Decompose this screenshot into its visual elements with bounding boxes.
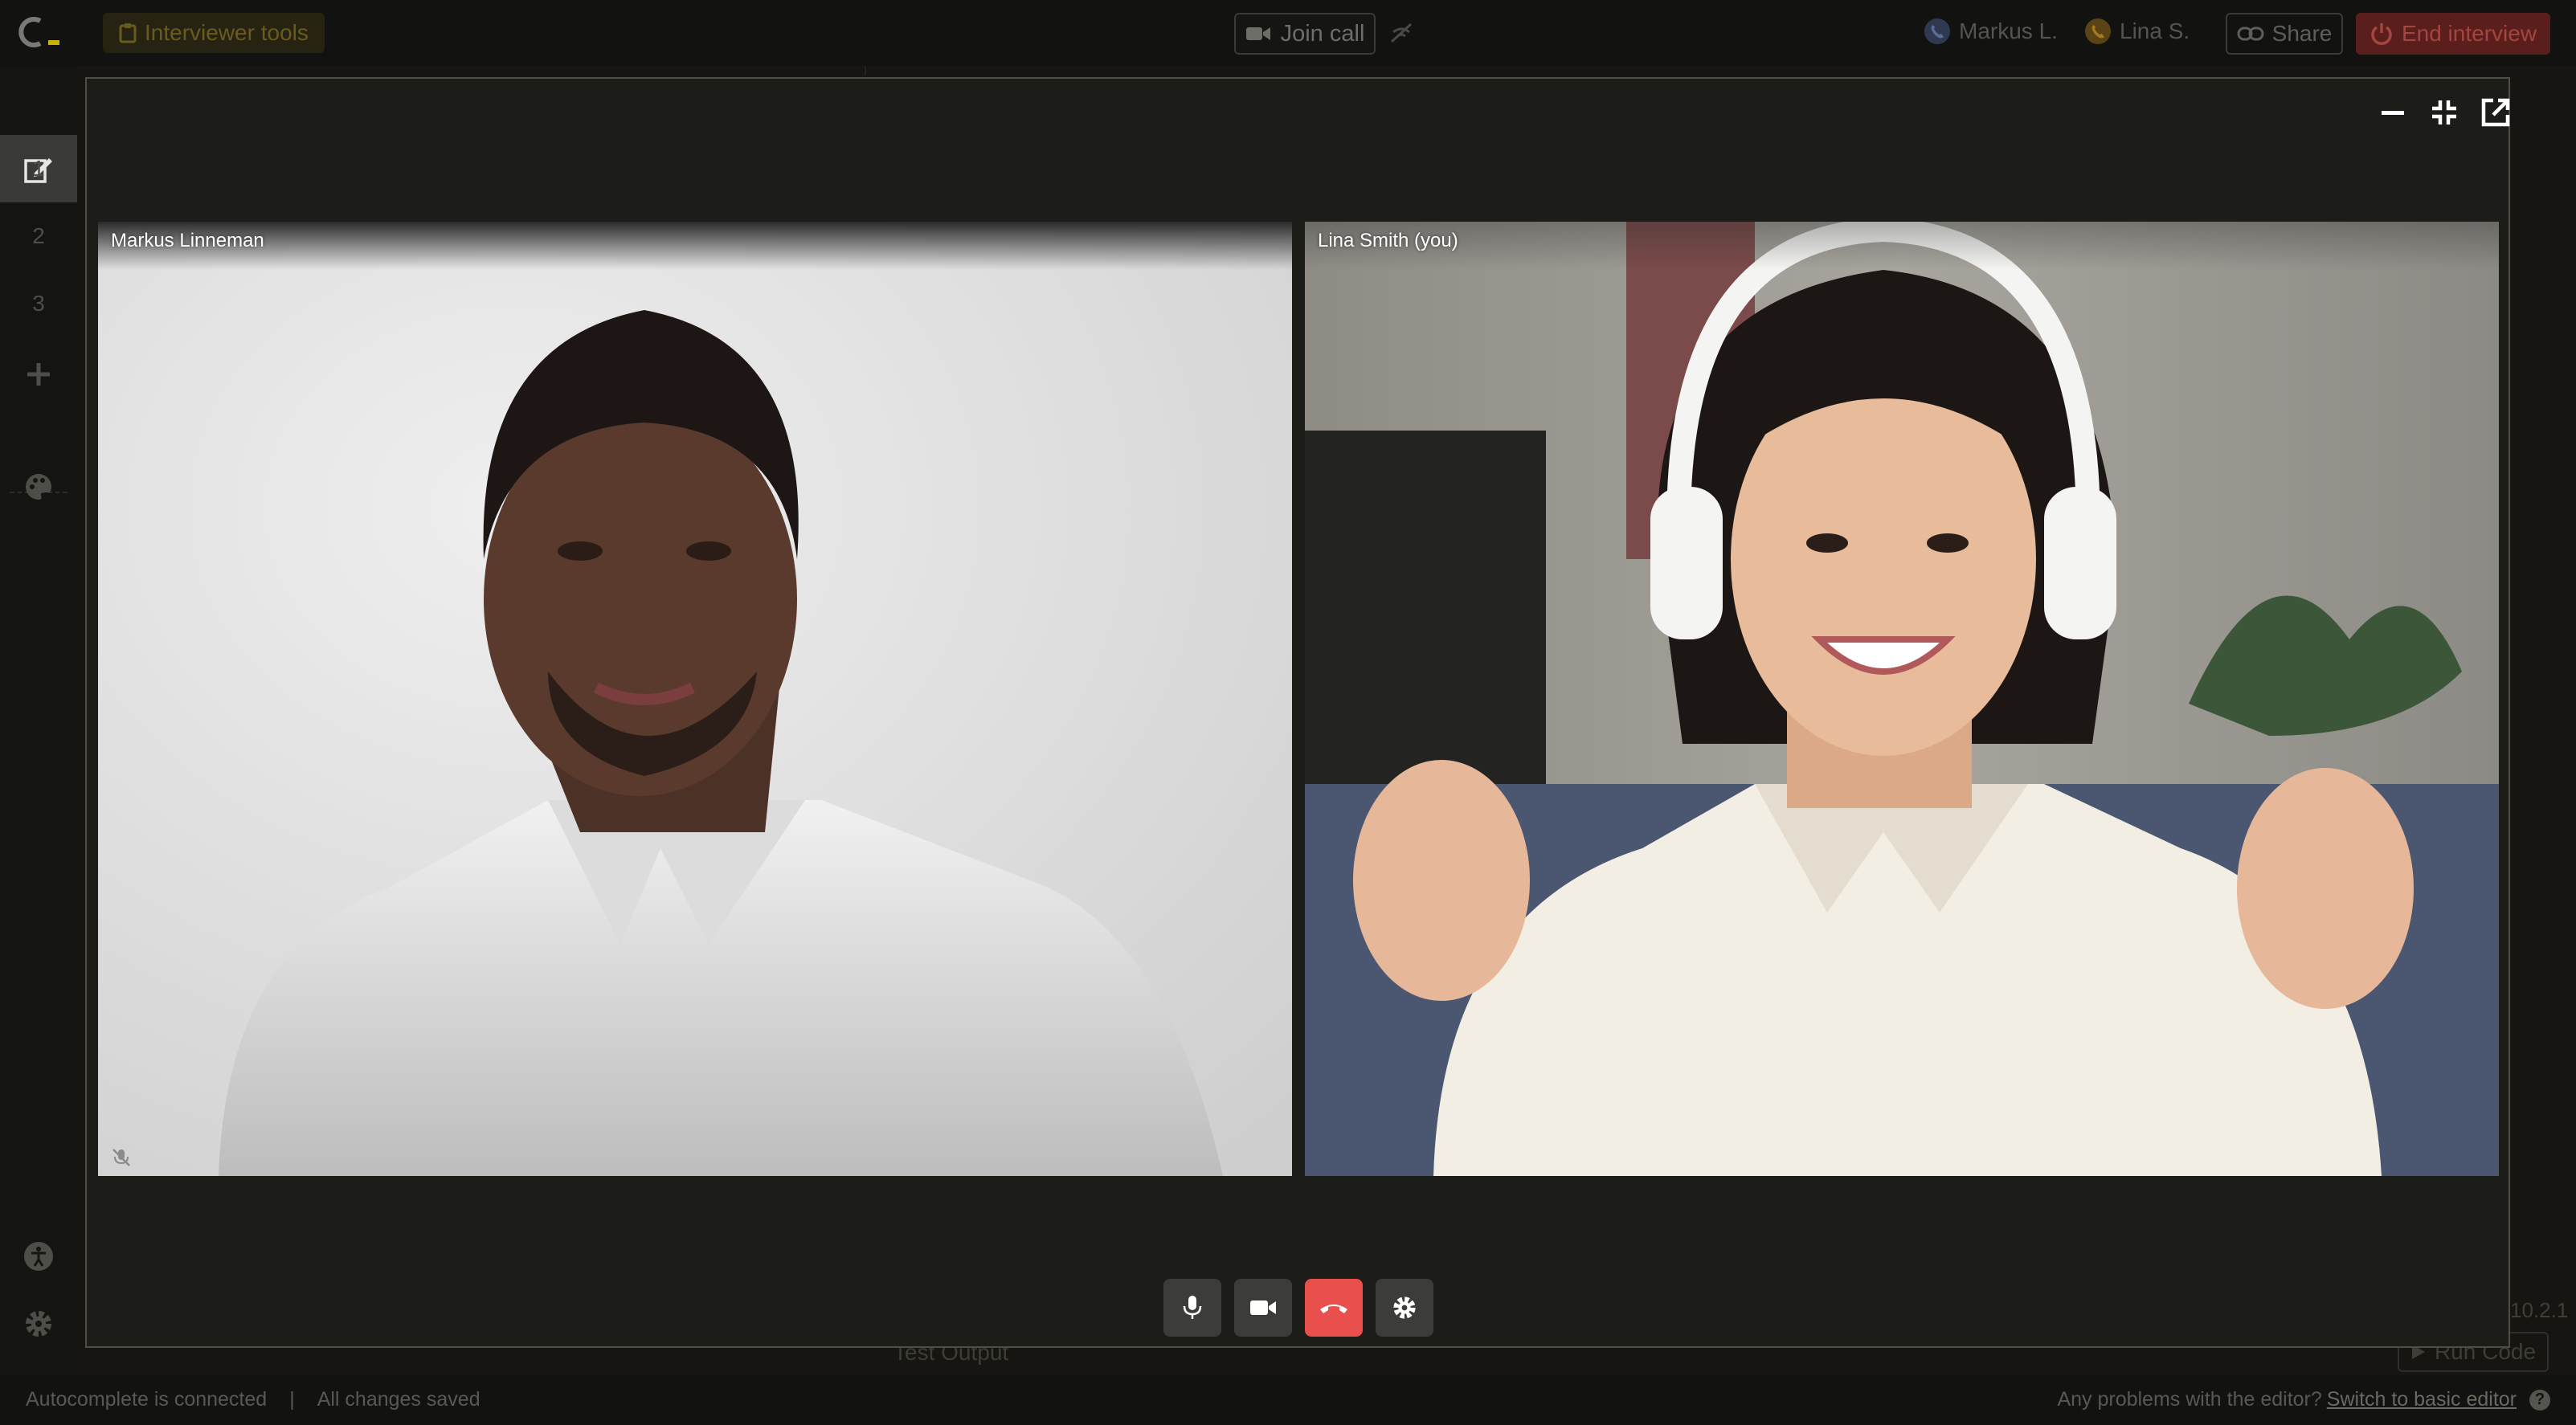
phone-icon [1924, 18, 1950, 44]
settings-gear-icon[interactable] [22, 1308, 55, 1340]
call-controls [1163, 1279, 1433, 1337]
call-settings-button[interactable] [1376, 1279, 1433, 1337]
editor-divider [865, 66, 866, 76]
share-label: Share [2271, 21, 2333, 46]
tile-name-shade [98, 222, 1292, 270]
video-camera-icon [1245, 27, 1270, 40]
sidebar-tab-1[interactable]: 1 [0, 156, 77, 182]
participant-lina-label: Lina S. [2120, 18, 2190, 43]
autocomplete-status: Autocomplete is connected [26, 1388, 268, 1411]
muted-mic-icon [112, 1149, 130, 1166]
status-bar: Autocomplete is connected | All changes … [0, 1375, 2576, 1425]
clipboard-icon [119, 23, 137, 43]
participant-lina[interactable]: Lina S. [2084, 18, 2190, 45]
participant-markus[interactable]: Markus L. [1924, 18, 2058, 45]
video-tile-local[interactable]: Lina Smith (you) [1305, 222, 2499, 1176]
microphone-icon [1183, 1296, 1202, 1319]
left-sidebar: 1 2 3 [0, 66, 77, 1375]
tile-name-shade [1305, 222, 2499, 270]
participant-markus-label: Markus L. [1959, 18, 2058, 43]
accessibility-icon[interactable] [22, 1240, 55, 1272]
interviewer-tools-label: Interviewer tools [145, 20, 309, 45]
microphone-button[interactable] [1163, 1279, 1221, 1337]
video-camera-icon [1250, 1300, 1276, 1315]
camera-button[interactable] [1234, 1279, 1292, 1337]
switch-basic-editor-link[interactable]: Switch to basic editor [2327, 1388, 2517, 1411]
local-video-feed [1305, 222, 2499, 1176]
interviewer-tools-button[interactable]: Interviewer tools [103, 13, 325, 53]
pop-out-icon[interactable] [2478, 95, 2513, 130]
local-participant-name: Lina Smith (you) [1318, 230, 1458, 251]
add-tab-icon[interactable] [22, 358, 55, 390]
end-interview-button[interactable]: End interview [2356, 13, 2550, 55]
problems-text: Any problems with the editor? [2057, 1388, 2322, 1411]
video-tile-remote[interactable]: Markus Linneman [98, 222, 1292, 1176]
video-call-window: Markus Linneman Lina Smith (you) [85, 77, 2510, 1348]
exit-fullscreen-icon[interactable] [2427, 95, 2462, 130]
hang-up-button[interactable] [1305, 1279, 1363, 1337]
remote-video-feed [98, 222, 1292, 1176]
end-interview-label: End interview [2401, 21, 2537, 46]
join-call-label: Join call [1280, 20, 1365, 47]
phone-icon [2085, 18, 2111, 44]
phone-hangup-icon [1320, 1305, 1347, 1313]
connection-signal-icon [1390, 22, 1413, 43]
power-icon [2371, 23, 2392, 45]
remote-participant-name: Markus Linneman [111, 230, 264, 251]
top-bar: Interviewer tools Join call Markus L. Li… [0, 0, 2576, 66]
version-label: 10.2.1 [2510, 1298, 2569, 1322]
share-button[interactable]: Share [2226, 13, 2343, 55]
minimize-icon[interactable] [2375, 95, 2410, 130]
status-separator: | [289, 1388, 295, 1411]
link-icon [2237, 27, 2264, 41]
coderpad-logo [18, 17, 59, 47]
palette-icon[interactable] [22, 471, 55, 503]
sidebar-tab-2[interactable]: 2 [0, 223, 77, 249]
sidebar-tab-3[interactable]: 3 [0, 291, 77, 316]
save-status: All changes saved [317, 1388, 480, 1411]
settings-gear-icon [1393, 1296, 1416, 1319]
help-icon[interactable]: ? [2529, 1389, 2550, 1411]
join-call-button[interactable]: Join call [1234, 13, 1376, 55]
